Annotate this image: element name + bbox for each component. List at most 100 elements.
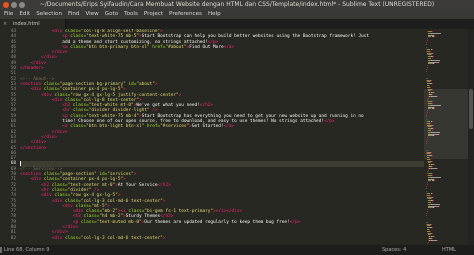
vertical-scrollbar[interactable] <box>468 29 474 245</box>
code-token: class= <box>78 219 97 225</box>
menu-item-tools[interactable]: Tools <box>124 10 138 19</box>
code-token: class= <box>62 235 81 241</box>
code-token: ></i></div> <box>213 209 243 215</box>
minimap-stroke <box>426 142 428 144</box>
code-token: <h3 <box>72 214 81 220</box>
code-token: Start Bootstrap can help you build bette… <box>141 34 369 40</box>
code-line[interactable]: <div class="col-lg-3 col-md-6 text-cente… <box>20 236 424 241</box>
code-token: "row gx-4 gx-lg-5" <box>70 193 118 199</box>
code-token: "#about" <box>165 44 187 50</box>
code-token: <!-- Services--> <box>20 166 63 172</box>
menu-item-file[interactable]: File <box>4 10 13 19</box>
code-token: </header> <box>20 66 44 72</box>
window-title: ~/Documents/Erips Syifaudin/Cara Membuat… <box>39 1 435 8</box>
minimap-stroke <box>433 56 435 58</box>
code-token: "text-white-75 mb-5" <box>86 34 139 40</box>
minimap-stroke <box>433 200 435 202</box>
code-token: </h2> <box>157 182 171 188</box>
minimap-stroke <box>426 43 427 45</box>
code-token: id= <box>125 81 137 87</box>
code-token: > <box>123 87 126 93</box>
code-token: <div <box>51 198 63 204</box>
line-number: 82 <box>10 235 16 241</box>
code-token: At Your Service <box>117 182 158 188</box>
menu-item-goto[interactable]: Goto <box>105 10 118 19</box>
code-token: <h2 <box>41 182 50 188</box>
code-token: </div> <box>51 129 68 135</box>
code-token: </section> <box>20 145 47 151</box>
tab-index-html[interactable]: × index.html <box>0 19 66 29</box>
code-token: <div <box>41 193 52 199</box>
code-token: </h3> <box>160 214 174 220</box>
code-token: "btn btn-light btn-xl" <box>86 124 145 130</box>
code-token: "text-muted mb-0" <box>96 219 142 225</box>
code-token: /> <box>149 108 158 114</box>
text-cursor <box>20 161 21 167</box>
code-token: Get Started! <box>191 124 224 130</box>
cursor-position: Line 68, Column 9 <box>4 247 50 253</box>
indentation-setting[interactable]: Spaces: 4 <box>382 245 406 255</box>
status-bar: Line 68, Column 9 Spaces: 4 HTML <box>0 245 474 255</box>
minimap[interactable] <box>424 29 468 245</box>
code-token: href= <box>149 44 166 50</box>
panel-toggle-icon[interactable] <box>0 247 2 253</box>
code-token: class= <box>49 182 68 188</box>
scrollbar-thumb[interactable] <box>469 89 473 129</box>
code-token: Find Out More <box>189 44 224 50</box>
minimap-stroke <box>431 83 433 85</box>
code-token: "container px-4 px-lg-5" <box>59 177 124 183</box>
menu-item-edit[interactable]: Edit <box>19 10 30 19</box>
code-token: "container px-4 px-lg-5" <box>59 87 124 93</box>
code-token: <div <box>30 177 42 183</box>
code-token: "text-white-75 mb-4" <box>86 113 139 119</box>
title-bar: ~/Documents/Erips Syifaudin/Cara Membuat… <box>0 0 474 10</box>
code-token: > <box>162 198 166 204</box>
code-token: "divider divider-light" <box>88 108 150 114</box>
sublime-window: ~/Documents/Erips Syifaudin/Cara Membuat… <box>0 0 474 255</box>
minimap-stroke <box>426 214 428 216</box>
code-token: </div> <box>51 230 68 236</box>
menu-item-preferences[interactable]: Preferences <box>169 10 202 19</box>
code-token: </a> <box>223 124 235 130</box>
syntax-setting[interactable]: HTML <box>442 245 456 255</box>
code-token: <div <box>51 235 63 241</box>
menu-item-project[interactable]: Project <box>144 10 163 19</box>
minimap-stroke <box>431 155 433 157</box>
code-token: </h2> <box>199 103 214 109</box>
code-token: Start Bootstrap has everything you need … <box>141 113 364 119</box>
menu-item-help[interactable]: Help <box>208 10 221 19</box>
code-token: </div> <box>30 140 47 146</box>
minimap-stroke <box>426 187 427 189</box>
code-token: class= <box>41 87 60 93</box>
code-token: > <box>162 235 166 241</box>
menu-item-view[interactable]: View <box>85 10 98 19</box>
minimap-stroke <box>434 92 436 94</box>
minimap-stroke <box>434 236 436 238</box>
code-token: class= <box>70 108 89 114</box>
tab-close-icon[interactable]: × <box>3 19 7 29</box>
code-token: </p> <box>324 119 335 125</box>
code-token: class= <box>51 193 71 199</box>
menu-bar: File Edit Selection Find View Goto Tools Projec… <box>0 10 474 19</box>
code-token: "about" <box>136 81 155 87</box>
code-token: > <box>178 92 182 98</box>
minimap-stroke <box>426 70 428 72</box>
menu-item-selection[interactable]: Selection <box>36 10 62 19</box>
code-token: </div> <box>41 55 58 61</box>
code-token: href= <box>144 124 161 130</box>
menu-item-find[interactable]: Find <box>68 10 79 19</box>
code-token: Our themes are updated regularly to keep… <box>144 219 290 225</box>
code-token: class= <box>80 214 100 220</box>
code-editor[interactable]: <div class="col-lg-8 align-self-baseline… <box>20 29 424 245</box>
